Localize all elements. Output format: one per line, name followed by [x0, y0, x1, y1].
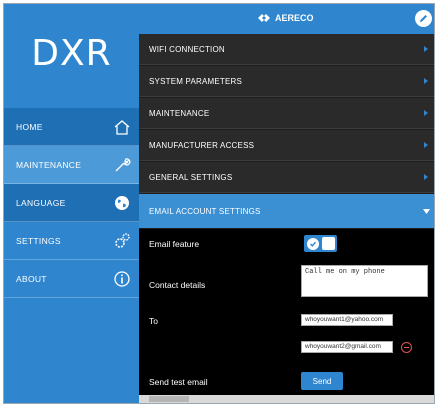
email-settings-panel: Email feature Contact details Call me on…	[139, 229, 434, 403]
gears-icon	[113, 232, 131, 250]
sidebar-item-about[interactable]: ABOUT	[4, 260, 139, 298]
section-manufacturer-access[interactable]: MANUFACTURER ACCESS	[139, 130, 434, 161]
app-window: DXR HOME MAINTENANCE LANGUAGE SETTINGS A…	[3, 3, 435, 404]
section-maintenance[interactable]: MAINTENANCE	[139, 98, 434, 129]
section-wifi-connection[interactable]: WIFI CONNECTION	[139, 34, 434, 65]
sidebar: DXR HOME MAINTENANCE LANGUAGE SETTINGS A…	[4, 4, 139, 403]
sidebar-item-home[interactable]: HOME	[4, 108, 139, 146]
section-email-account-settings[interactable]: EMAIL ACCOUNT SETTINGS	[139, 194, 434, 228]
edit-button[interactable]	[415, 10, 432, 27]
logo-mark-icon	[258, 14, 270, 22]
sidebar-item-language[interactable]: LANGUAGE	[4, 184, 139, 222]
section-label: SYSTEM PARAMETERS	[149, 76, 243, 86]
send-button[interactable]: Send	[301, 372, 343, 390]
contact-details-label: Contact details	[149, 280, 206, 290]
top-header: AERECO	[139, 4, 434, 34]
sidebar-item-maintenance[interactable]: MAINTENANCE	[4, 146, 139, 184]
email-feature-label: Email feature	[149, 239, 200, 249]
home-icon	[113, 118, 131, 136]
sidebar-item-label: ABOUT	[16, 273, 47, 284]
info-icon	[113, 270, 131, 288]
section-system-parameters[interactable]: SYSTEM PARAMETERS	[139, 66, 434, 97]
section-general-settings[interactable]: GENERAL SETTINGS	[139, 162, 434, 193]
chevron-right-icon	[418, 169, 434, 185]
section-label: GENERAL SETTINGS	[149, 172, 233, 182]
section-label: MANUFACTURER ACCESS	[149, 140, 255, 150]
scrollbar-thumb[interactable]	[149, 396, 189, 402]
logo-text: AERECO	[275, 13, 314, 23]
sidebar-item-label: LANGUAGE	[16, 197, 66, 208]
wrench-icon	[113, 156, 131, 174]
chevron-right-icon	[418, 105, 434, 121]
chevron-down-icon	[418, 203, 434, 219]
section-label: MAINTENANCE	[149, 108, 210, 118]
chevron-right-icon	[418, 73, 434, 89]
pencil-icon	[420, 15, 427, 22]
send-test-email-label: Send test email	[149, 377, 208, 387]
sidebar-item-label: HOME	[16, 121, 43, 132]
check-icon	[307, 237, 319, 250]
sidebar-item-settings[interactable]: SETTINGS	[4, 222, 139, 260]
to-label: To	[149, 316, 158, 326]
chevron-right-icon	[418, 137, 434, 153]
aereco-logo: AERECO	[257, 12, 314, 24]
email-recipient-1-input[interactable]: whoyouwant1@yahoo.com	[301, 314, 393, 326]
section-label: EMAIL ACCOUNT SETTINGS	[149, 206, 261, 216]
sidebar-item-label: SETTINGS	[16, 235, 61, 246]
chevron-right-icon	[418, 41, 434, 57]
horizontal-scrollbar[interactable]	[139, 395, 434, 403]
remove-recipient-icon[interactable]	[401, 342, 412, 353]
email-feature-toggle[interactable]	[304, 235, 337, 252]
email-recipient-2-input[interactable]: whoyouwant2@gmail.com	[301, 341, 393, 353]
contact-details-textarea[interactable]: Call me on my phone	[301, 265, 428, 297]
brand-title: DXR	[31, 32, 112, 74]
section-label: WIFI CONNECTION	[149, 44, 225, 54]
toggle-knob	[322, 237, 335, 250]
sidebar-item-label: MAINTENANCE	[16, 159, 82, 170]
globe-icon	[113, 194, 131, 212]
